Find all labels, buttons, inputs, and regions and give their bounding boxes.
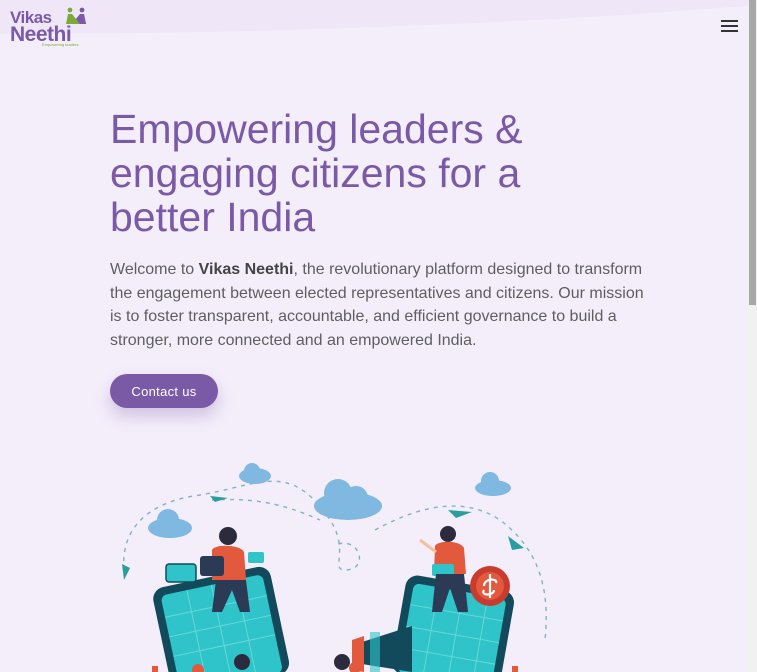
hero-description: Welcome to Vikas Neethi, the revolutiona… (110, 258, 655, 352)
description-brand: Vikas Neethi (198, 261, 294, 278)
menu-line (721, 20, 738, 22)
scrollbar-thumb[interactable] (749, 0, 756, 305)
hero-title: Empowering leaders & engaging citizens f… (110, 106, 523, 240)
logo-people-icon (66, 7, 86, 24)
menu-line (721, 25, 738, 27)
menu-button[interactable] (718, 17, 740, 37)
scrollbar[interactable] (748, 0, 757, 672)
people-with-tablets-illustration-icon (122, 463, 547, 672)
site-logo[interactable]: Vikas Neethi Empowering leaders (8, 6, 90, 50)
menu-line (721, 30, 738, 32)
contact-us-button[interactable]: Contact us (110, 374, 218, 408)
logo-tagline: Empowering leaders (42, 42, 79, 47)
header-background-curve (0, 0, 757, 34)
description-prefix: Welcome to (110, 261, 199, 278)
